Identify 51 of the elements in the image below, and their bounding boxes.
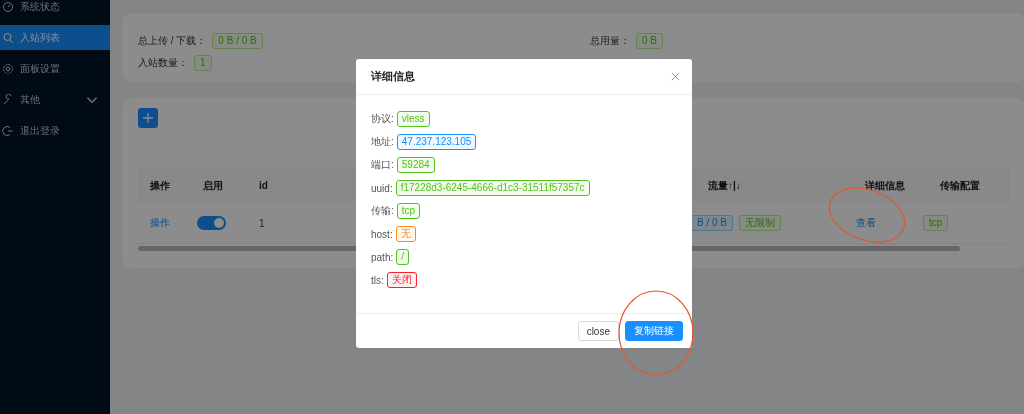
toggle-switch[interactable] <box>197 216 226 230</box>
column-header: 操作 <box>150 179 170 191</box>
field-label: uuid: <box>371 182 393 194</box>
column-header[interactable]: 流量↑|↓ <box>708 178 741 193</box>
stat-value: 0 B <box>636 33 663 49</box>
sidebar-item[interactable]: 入站列表 <box>0 25 110 50</box>
sidebar-item[interactable]: 系统状态 <box>0 0 110 19</box>
plus-icon <box>143 113 153 123</box>
wrench-icon <box>2 93 14 106</box>
field-value: 59284 <box>396 157 435 173</box>
dialog-title: 详细信息 <box>371 69 415 84</box>
stat-value: 1 <box>194 55 212 71</box>
field-label: 地址: <box>371 135 394 149</box>
stat-label: 总上传 / 下载： <box>138 34 207 48</box>
column-header: id <box>259 180 268 191</box>
add-button[interactable] <box>138 108 158 128</box>
field-value: vless <box>396 111 430 127</box>
transport-tag: tcp <box>923 215 949 231</box>
action-link[interactable]: 操作 <box>150 217 170 228</box>
sidebar-item[interactable]: 其他 <box>0 87 110 112</box>
field-label: 协议: <box>371 112 394 126</box>
close-button[interactable]: close <box>577 321 619 341</box>
sidebar-item[interactable]: 退出登录 <box>0 118 110 143</box>
field-label: host: <box>371 228 393 240</box>
column-header: 启用 <box>203 179 223 191</box>
field-value: / <box>396 249 410 265</box>
stat-value: 0 B / 0 B <box>212 33 263 49</box>
field-label: path: <box>371 251 394 263</box>
field-value: f17228d3-6245-4666-d1c3-31511f57357c <box>395 180 590 196</box>
sidebar-item[interactable]: 面板设置 <box>0 56 110 81</box>
field-label: 端口: <box>371 158 394 172</box>
search-icon <box>2 31 14 44</box>
gauge-icon <box>2 0 14 13</box>
field-value: 关闭 <box>386 272 417 288</box>
field-value: 无 <box>395 226 416 242</box>
column-header: 传输配置 <box>940 179 980 191</box>
gear-icon <box>2 62 14 75</box>
column-header: 详细信息 <box>865 179 905 191</box>
logout-icon <box>2 124 14 137</box>
close-icon[interactable] <box>671 72 680 81</box>
field-label: tls: <box>371 274 384 286</box>
view-link[interactable]: 查看 <box>848 217 876 228</box>
copy-link-button[interactable]: 复制链接 <box>625 321 683 341</box>
stat-label: 总用量： <box>590 34 630 48</box>
traffic-tag: B / 0 B <box>691 215 733 231</box>
field-label: 传输: <box>371 204 394 218</box>
field-value: tcp <box>396 203 421 219</box>
stat-label: 入站数量： <box>138 56 188 70</box>
limit-tag: 无限制 <box>739 215 781 231</box>
field-value: 47.237.123.105 <box>396 134 477 150</box>
table-cell: 1 <box>259 217 265 229</box>
